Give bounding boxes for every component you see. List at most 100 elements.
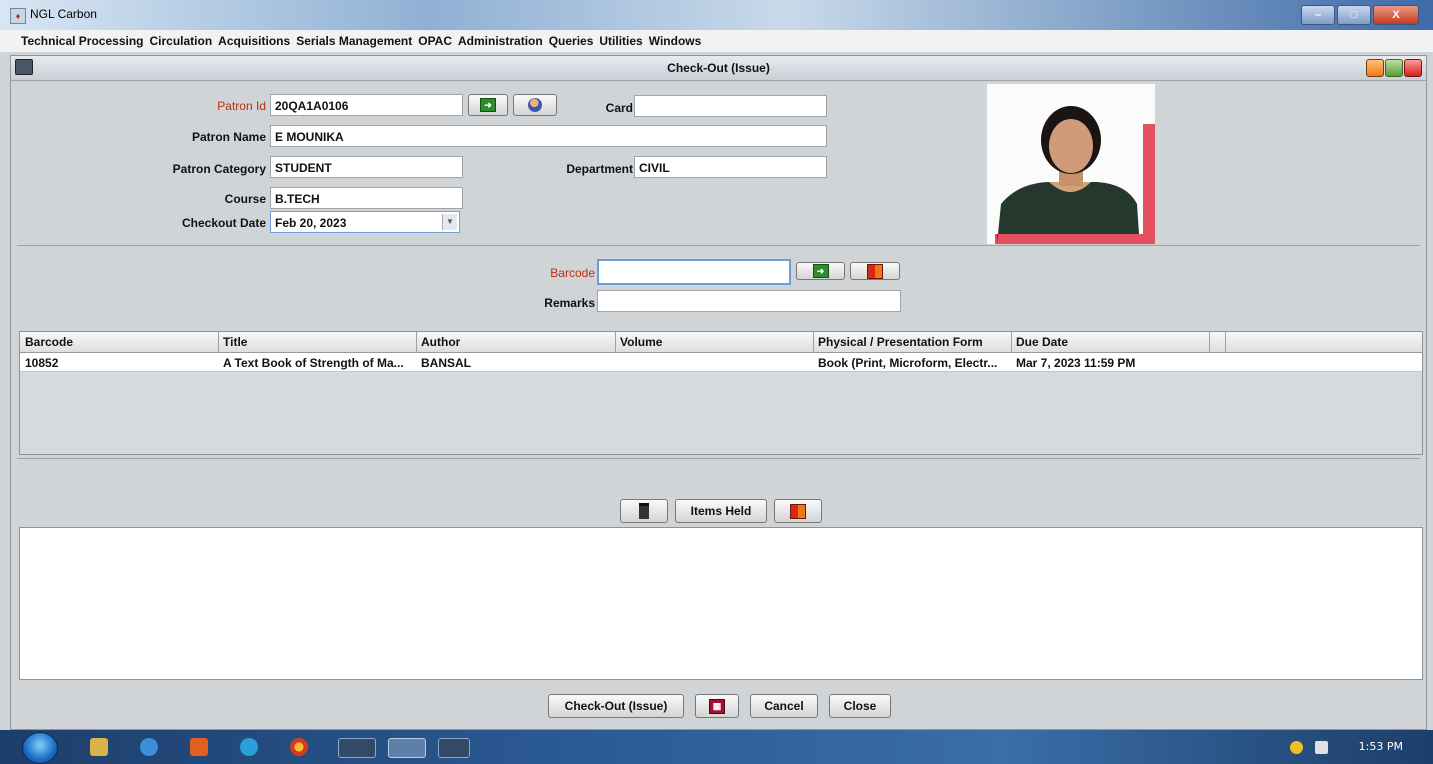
patron-id-field[interactable]: 20QA1A0106	[270, 94, 463, 116]
checkout-dialog: Check-Out (Issue) Patron Id 20QA1A0106 ➜…	[10, 55, 1427, 730]
barcode-input[interactable]	[597, 259, 791, 285]
column-header-title[interactable]: Title	[223, 335, 247, 349]
table-row[interactable]: 10852 A Text Book of Strength of Ma... B…	[20, 353, 1422, 372]
menu-windows[interactable]: Windows	[646, 30, 705, 52]
menu-administration[interactable]: Administration	[455, 30, 546, 52]
green-arrow-icon: ➜	[812, 264, 829, 278]
column-header-due-date[interactable]: Due Date	[1016, 335, 1068, 349]
dialog-maximize-button[interactable]	[1385, 59, 1403, 77]
maximize-button[interactable]: □	[1337, 5, 1371, 25]
column-header-volume[interactable]: Volume	[620, 335, 662, 349]
java-taskbar-icon[interactable]	[388, 738, 426, 758]
clock[interactable]: 1:53 PM	[1359, 740, 1403, 753]
cell-title: A Text Book of Strength of Ma...	[223, 356, 404, 370]
card-field[interactable]	[634, 95, 827, 117]
start-button[interactable]	[22, 732, 58, 764]
dialog-minimize-button[interactable]	[1366, 59, 1384, 77]
column-divider[interactable]	[615, 332, 616, 352]
items-held-button[interactable]: Items Held	[675, 499, 767, 523]
patron-name-field[interactable]: E MOUNIKA	[270, 125, 827, 147]
cell-barcode: 10852	[25, 356, 59, 370]
column-divider[interactable]	[1225, 332, 1226, 352]
items-held-panel	[19, 527, 1423, 680]
ie-icon[interactable]	[140, 738, 158, 756]
course-field[interactable]: B.TECH	[270, 187, 463, 209]
chrome-icon[interactable]	[290, 738, 308, 756]
menu-circulation[interactable]: Circulation	[147, 30, 216, 52]
dialog-title: Check-Out (Issue)	[667, 61, 770, 75]
close-button[interactable]: Close	[829, 694, 891, 718]
calendar-button[interactable]: ▦	[695, 694, 739, 718]
table-header: Barcode Title Author Volume Physical / P…	[20, 332, 1422, 353]
patron-photo-image	[987, 84, 1155, 244]
menu-utilities[interactable]: Utilities	[596, 30, 645, 52]
word-taskbar-icon[interactable]	[438, 738, 470, 758]
calendar-icon: ▦	[709, 698, 725, 714]
patron-category-field[interactable]: STUDENT	[270, 156, 463, 178]
department-label: Department	[566, 162, 633, 176]
column-divider[interactable]	[813, 332, 814, 352]
remarks-input[interactable]	[597, 290, 901, 312]
close-window-button[interactable]: X	[1373, 5, 1419, 25]
window-titlebar: ♦ NGL Carbon – □ X	[0, 0, 1433, 30]
column-divider[interactable]	[1209, 332, 1210, 352]
department-field[interactable]: CIVIL	[634, 156, 827, 178]
network-icon[interactable]	[1290, 741, 1303, 754]
checkout-date-value: Feb 20, 2023	[275, 216, 347, 230]
remarks-label: Remarks	[544, 296, 595, 310]
browser-icon[interactable]	[240, 738, 258, 756]
media-player-icon[interactable]	[190, 738, 208, 756]
column-divider[interactable]	[416, 332, 417, 352]
taskbar: 1:53 PM	[0, 730, 1433, 764]
barcode-go-button[interactable]: ➜	[796, 262, 845, 280]
book-icon	[790, 503, 806, 519]
course-label: Course	[224, 192, 266, 206]
cancel-button[interactable]: Cancel	[750, 694, 818, 718]
delete-icon	[639, 503, 649, 519]
volume-icon[interactable]	[1315, 741, 1328, 754]
column-header-physical-form[interactable]: Physical / Presentation Form	[818, 335, 983, 349]
menu-queries[interactable]: Queries	[546, 30, 597, 52]
column-header-barcode[interactable]: Barcode	[25, 335, 73, 349]
delete-item-button[interactable]	[620, 499, 668, 523]
menubar: Technical Processing Circulation Acquisi…	[0, 30, 1433, 52]
app-title: NGL Carbon	[30, 7, 97, 21]
book-details-button[interactable]	[774, 499, 822, 523]
patron-id-label: Patron Id	[217, 99, 266, 113]
separator	[17, 458, 1420, 459]
dialog-window-controls	[1366, 59, 1422, 77]
menu-technical-processing[interactable]: Technical Processing	[18, 30, 147, 52]
menu-acquisitions[interactable]: Acquisitions	[215, 30, 293, 52]
patron-go-button[interactable]: ➜	[468, 94, 508, 116]
app-icon: ♦	[10, 8, 26, 24]
cell-author: BANSAL	[421, 356, 471, 370]
card-label: Card	[605, 101, 633, 115]
checkout-issue-button[interactable]: Check-Out (Issue)	[548, 694, 684, 718]
dialog-close-button[interactable]	[1404, 59, 1422, 77]
explorer-icon[interactable]	[90, 738, 108, 756]
app-taskbar-icon[interactable]	[338, 738, 376, 758]
window-controls: – □ X	[1301, 5, 1419, 25]
cell-physical-form: Book (Print, Microform, Electr...	[818, 356, 998, 370]
patron-photo	[987, 84, 1155, 244]
patron-search-button[interactable]	[513, 94, 557, 116]
column-divider[interactable]	[218, 332, 219, 352]
dialog-titlebar: Check-Out (Issue)	[11, 56, 1426, 81]
chevron-down-icon[interactable]: ▼	[442, 214, 457, 230]
cell-due-date: Mar 7, 2023 11:59 PM	[1016, 356, 1136, 370]
checkout-date-label: Checkout Date	[181, 216, 266, 230]
minimize-button[interactable]: –	[1301, 5, 1335, 25]
menu-serials-management[interactable]: Serials Management	[293, 30, 415, 52]
checkout-date-field[interactable]: Feb 20, 2023 ▼	[270, 211, 460, 233]
column-header-author[interactable]: Author	[421, 335, 460, 349]
separator	[17, 245, 1420, 246]
book-icon	[867, 263, 883, 279]
patron-search-icon	[528, 98, 542, 112]
patron-category-label: Patron Category	[172, 162, 266, 176]
green-arrow-icon: ➜	[480, 98, 496, 112]
barcode-book-button[interactable]	[850, 262, 900, 280]
checkout-items-table: Barcode Title Author Volume Physical / P…	[19, 331, 1423, 455]
barcode-label: Barcode	[550, 266, 595, 280]
menu-opac[interactable]: OPAC	[415, 30, 455, 52]
column-divider[interactable]	[1011, 332, 1012, 352]
